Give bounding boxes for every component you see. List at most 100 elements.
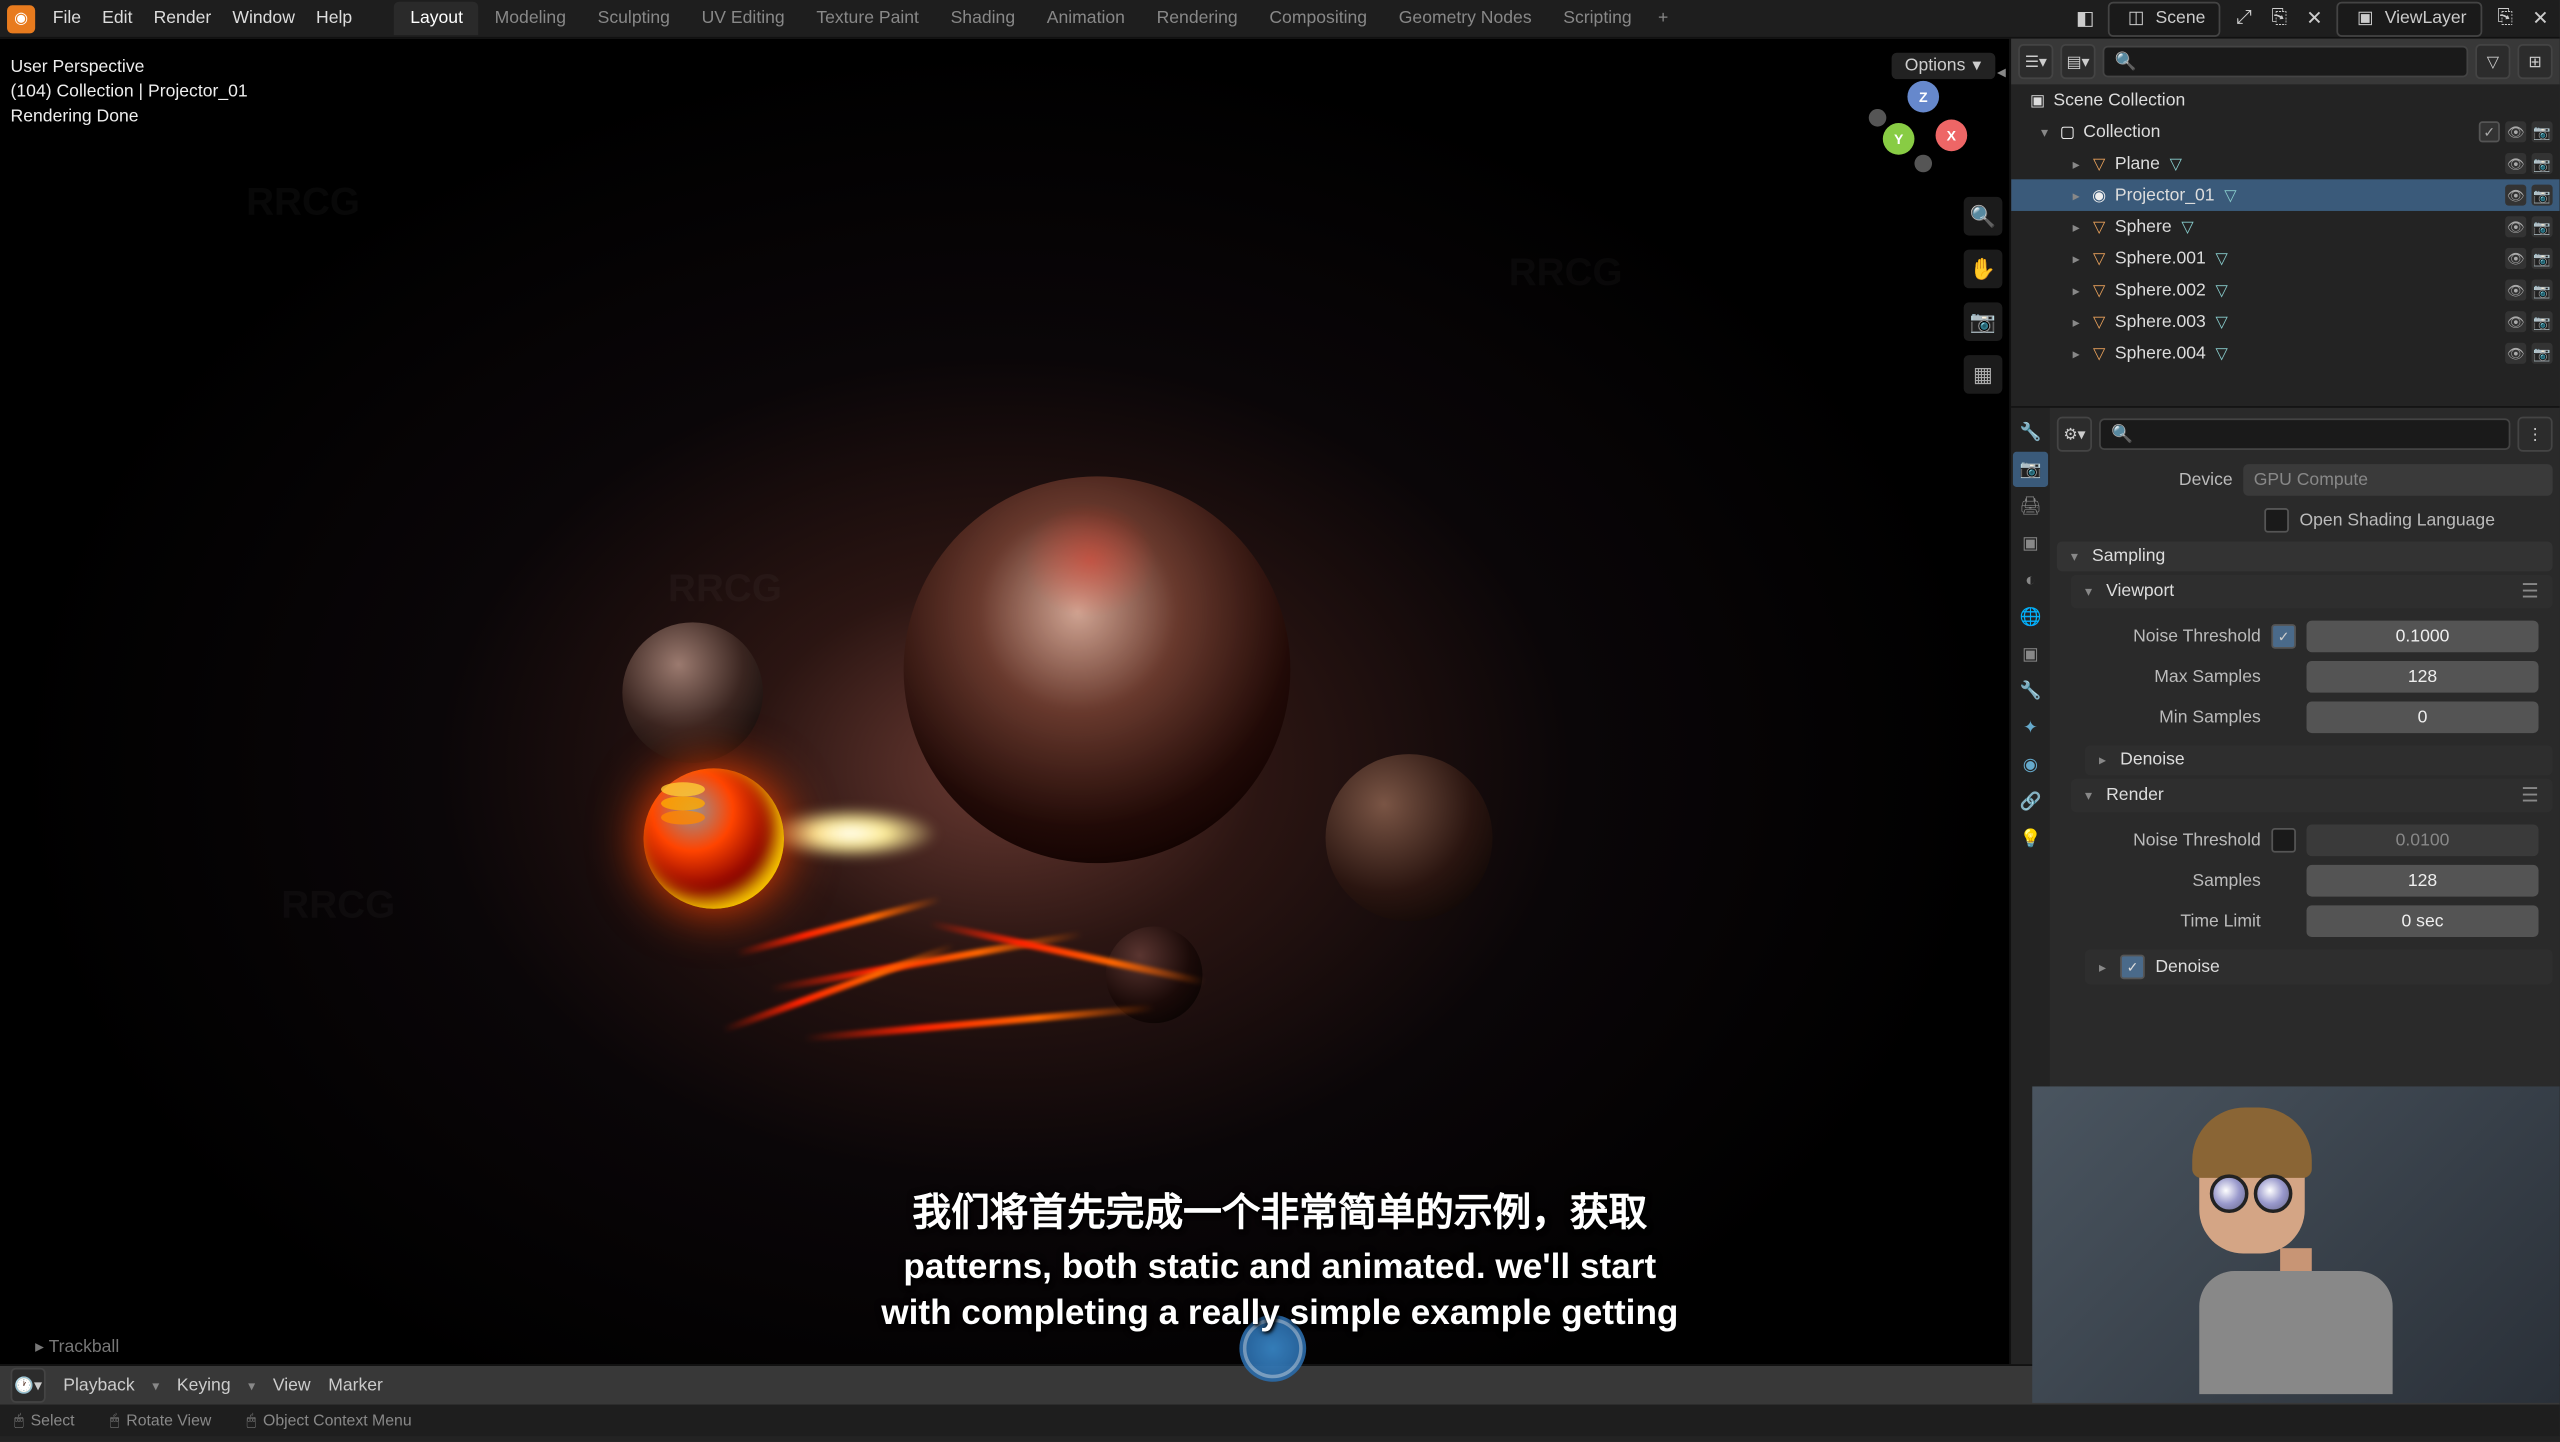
osl-checkbox[interactable]: [2264, 508, 2289, 533]
axis-z-icon[interactable]: Z: [1907, 81, 1939, 113]
r-denoise-checkbox[interactable]: ✓: [2120, 955, 2145, 980]
props-editor-icon[interactable]: ⚙▾: [2057, 417, 2092, 452]
axis-neg-icon[interactable]: [1914, 155, 1932, 173]
display-mode-icon[interactable]: ▤▾: [2060, 44, 2095, 79]
device-value[interactable]: GPU Compute: [2243, 464, 2552, 496]
tree-item-sphere002[interactable]: ▸ ▽ Sphere.002 ▽ 👁📷: [2011, 274, 2559, 306]
ptab-world-icon[interactable]: 🌐: [2013, 599, 2048, 634]
render-icon[interactable]: 📷: [2532, 216, 2553, 237]
noise-threshold-checkbox[interactable]: ✓: [2271, 624, 2296, 649]
max-samples-value[interactable]: 128: [2306, 661, 2538, 693]
preset-icon[interactable]: ☰: [2521, 784, 2538, 807]
render-icon[interactable]: 📷: [2532, 343, 2553, 364]
new-viewlayer-icon[interactable]: ⎘: [2493, 6, 2518, 31]
render-icon[interactable]: 📷: [2532, 121, 2553, 142]
tree-item-projector[interactable]: ▸ ◉ Projector_01 ▽ 👁📷: [2011, 179, 2559, 211]
samples-value[interactable]: 128: [2306, 865, 2538, 897]
new-collection-icon[interactable]: ⊞: [2517, 44, 2552, 79]
zoom-icon[interactable]: 🔍: [1964, 197, 2003, 236]
ptab-constraints-icon[interactable]: 🔗: [2013, 784, 2048, 819]
r-noise-threshold-checkbox[interactable]: [2271, 828, 2296, 853]
3d-viewport[interactable]: ⬚▾ ◫ Object Mode ▾ View Select Add Objec…: [0, 39, 2009, 1365]
axis-neg-icon[interactable]: [1869, 109, 1887, 127]
time-limit-value[interactable]: 0 sec: [2306, 905, 2538, 937]
min-samples-value[interactable]: 0: [2306, 701, 2538, 733]
pin-icon[interactable]: ⤢: [2232, 6, 2257, 31]
tab-texture-paint[interactable]: Texture Paint: [800, 2, 934, 35]
tree-item-sphere[interactable]: ▸ ▽ Sphere ▽ 👁📷: [2011, 211, 2559, 243]
eye-icon[interactable]: 👁: [2505, 311, 2526, 332]
tree-collection[interactable]: ▾ ▢ Collection ✓ 👁 📷: [2011, 116, 2559, 148]
tab-compositing[interactable]: Compositing: [1254, 2, 1383, 35]
axis-x-icon[interactable]: X: [1936, 120, 1968, 152]
navigation-gizmo[interactable]: Z Y X: [1865, 70, 1970, 175]
menu-window[interactable]: Window: [232, 9, 295, 28]
ptab-render-icon[interactable]: 📷: [2013, 452, 2048, 487]
ptab-tool-icon[interactable]: 🔧: [2013, 415, 2048, 450]
tab-shading[interactable]: Shading: [935, 2, 1031, 35]
options-icon[interactable]: ⋮: [2517, 417, 2552, 452]
remove-viewlayer-icon[interactable]: ✕: [2528, 6, 2553, 31]
eye-icon[interactable]: 👁: [2505, 216, 2526, 237]
ptab-data-icon[interactable]: 💡: [2013, 821, 2048, 856]
ptab-scene-icon[interactable]: ◐: [2013, 563, 2048, 598]
eye-icon[interactable]: 👁: [2505, 343, 2526, 364]
menu-render[interactable]: Render: [154, 9, 212, 28]
menu-help[interactable]: Help: [316, 9, 352, 28]
eye-icon[interactable]: 👁: [2505, 121, 2526, 142]
render-icon[interactable]: 📷: [2532, 248, 2553, 269]
scene-selector[interactable]: ◫ Scene: [2108, 1, 2221, 36]
render-icon[interactable]: 📷: [2532, 280, 2553, 301]
render-icon[interactable]: 📷: [2532, 185, 2553, 206]
outliner-search-input[interactable]: 🔍: [2103, 46, 2469, 78]
menu-edit[interactable]: Edit: [102, 9, 132, 28]
eye-icon[interactable]: 👁: [2505, 185, 2526, 206]
viewlayer-selector[interactable]: ▣ ViewLayer: [2337, 1, 2482, 36]
tab-modeling[interactable]: Modeling: [479, 2, 582, 35]
add-workspace-button[interactable]: +: [1647, 2, 1678, 35]
tree-item-sphere004[interactable]: ▸ ▽ Sphere.004 ▽ 👁📷: [2011, 338, 2559, 370]
tab-scripting[interactable]: Scripting: [1547, 2, 1647, 35]
keying-menu[interactable]: Keying: [177, 1376, 231, 1395]
properties-search-input[interactable]: 🔍: [2099, 418, 2510, 450]
panel-collapse-icon[interactable]: ◂: [1997, 63, 2006, 82]
eye-icon[interactable]: 👁: [2505, 248, 2526, 269]
playback-menu[interactable]: Playback: [63, 1376, 134, 1395]
menu-file[interactable]: File: [53, 9, 81, 28]
outliner-editor-icon[interactable]: ☰▾: [2018, 44, 2053, 79]
disclosure-icon[interactable]: ▾: [2041, 124, 2048, 140]
tab-animation[interactable]: Animation: [1031, 2, 1141, 35]
exclude-checkbox[interactable]: ✓: [2479, 121, 2500, 142]
ptab-modifier-icon[interactable]: 🔧: [2013, 673, 2048, 708]
render-icon[interactable]: 📷: [2532, 311, 2553, 332]
marker-menu[interactable]: Marker: [328, 1376, 383, 1395]
eye-icon[interactable]: 👁: [2505, 153, 2526, 174]
tab-uv-editing[interactable]: UV Editing: [686, 2, 801, 35]
tab-sculpting[interactable]: Sculpting: [582, 2, 686, 35]
sampling-panel-header[interactable]: ▾ Sampling: [2057, 541, 2553, 571]
filter-icon[interactable]: ▽: [2475, 44, 2510, 79]
preset-icon[interactable]: ☰: [2521, 580, 2538, 603]
ptab-output-icon[interactable]: 🖨: [2013, 489, 2048, 524]
render-icon[interactable]: 📷: [2532, 153, 2553, 174]
tree-item-sphere003[interactable]: ▸ ▽ Sphere.003 ▽ 👁📷: [2011, 306, 2559, 338]
ptab-object-icon[interactable]: ▣: [2013, 636, 2048, 671]
timeline-editor-icon[interactable]: 🕐▾: [11, 1368, 46, 1403]
ptab-viewlayer-icon[interactable]: ▣: [2013, 526, 2048, 561]
outliner-tree[interactable]: ▣ Scene Collection ▾ ▢ Collection ✓ 👁 📷: [2011, 84, 2559, 406]
viewport-panel-header[interactable]: ▾ Viewport ☰: [2071, 575, 2553, 608]
r-denoise-panel-header[interactable]: ▸ ✓ Denoise: [2085, 949, 2553, 984]
blender-logo-icon[interactable]: ◉: [7, 4, 35, 32]
tree-item-sphere001[interactable]: ▸ ▽ Sphere.001 ▽ 👁📷: [2011, 243, 2559, 275]
r-noise-threshold-value[interactable]: 0.0100: [2306, 825, 2538, 857]
perspective-toggle-icon[interactable]: ▦: [1964, 355, 2003, 394]
copy-scene-icon[interactable]: ⎘: [2267, 6, 2292, 31]
denoise-panel-header[interactable]: ▸ Denoise: [2085, 745, 2553, 775]
camera-view-icon[interactable]: 📷: [1964, 302, 2003, 341]
delete-scene-icon[interactable]: ✕: [2302, 6, 2327, 31]
tab-layout[interactable]: Layout: [394, 2, 478, 35]
tab-geometry-nodes[interactable]: Geometry Nodes: [1383, 2, 1548, 35]
tree-scene-collection[interactable]: ▣ Scene Collection: [2011, 84, 2559, 116]
tab-rendering[interactable]: Rendering: [1141, 2, 1254, 35]
render-panel-header[interactable]: ▾ Render ☰: [2071, 779, 2553, 812]
